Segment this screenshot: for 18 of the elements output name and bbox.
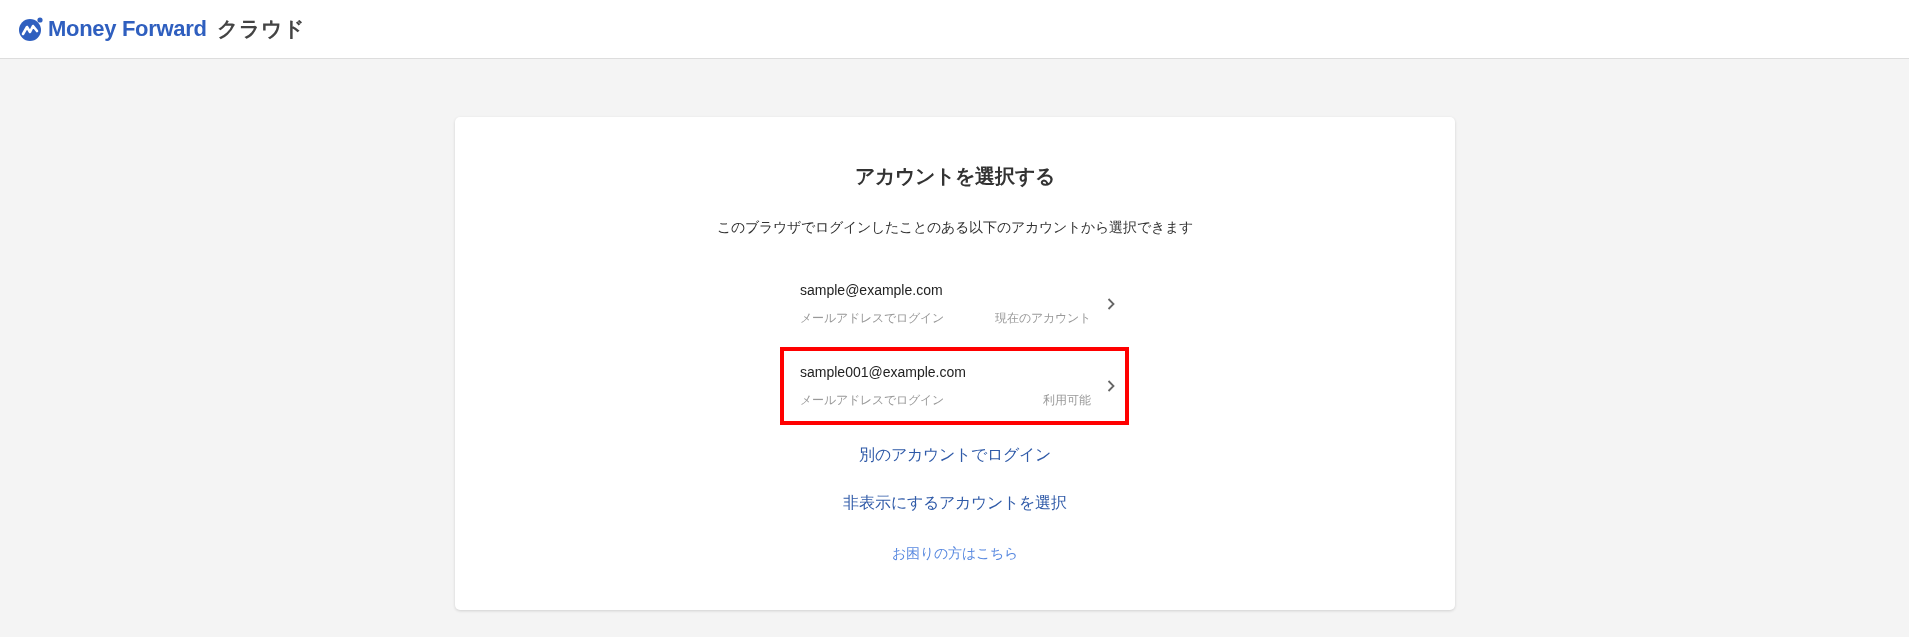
chevron-right-icon — [1107, 298, 1115, 310]
help-link[interactable]: お困りの方はこちら — [891, 541, 1018, 565]
account-status: 利用可能 — [1043, 391, 1091, 409]
logo-suffix: クラウド — [216, 16, 305, 42]
login-method: メールアドレスでログイン — [800, 309, 944, 327]
account-email: sample001@example.com — [800, 363, 967, 380]
logo-text: Money Forward — [48, 16, 207, 42]
action-link[interactable]: 別のアカウントでログイン — [858, 443, 1051, 467]
page-title: アカウントを選択する — [854, 164, 1055, 189]
description-text: このブラウザでログインしたことのある以下のアカウントから選択できます — [716, 219, 1193, 237]
logo-icon — [18, 16, 44, 42]
account-status: 現在のアカウント — [995, 309, 1091, 327]
action-link[interactable]: 非表示にするアカウントを選択 — [842, 491, 1067, 515]
login-method: メールアドレスでログイン — [800, 391, 944, 409]
chevron-right-icon — [1107, 380, 1115, 392]
account-item[interactable]: sample001@example.com メールアドレスでログイン 利用可能 — [780, 347, 1129, 425]
account-item[interactable]: sample@example.com メールアドレスでログイン 現在のアカウント — [780, 265, 1129, 343]
account-email: sample@example.com — [800, 281, 944, 298]
